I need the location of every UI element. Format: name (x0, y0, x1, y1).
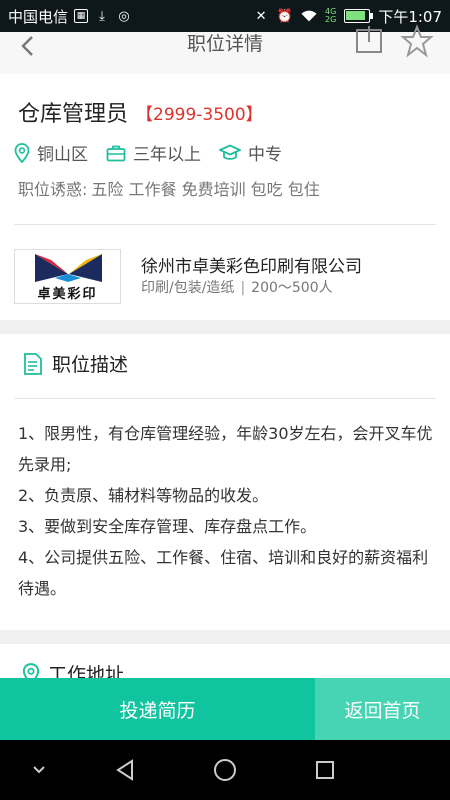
experience-item: 三年以上 (106, 140, 201, 165)
separator: | (240, 280, 246, 296)
share-icon (356, 26, 382, 53)
company-logo[interactable]: 卓美彩印 (14, 249, 121, 304)
nav-back-button[interactable] (110, 755, 140, 785)
system-nav-bar (0, 740, 450, 800)
company-size: 200～500人 (251, 280, 333, 296)
mute-icon: ✕ (255, 8, 267, 24)
company-name[interactable]: 徐州市卓美彩色印刷有限公司 (141, 252, 362, 277)
hide-keyboard-button[interactable] (24, 755, 54, 785)
description-item: 4、公司提供五险、工作餐、住宿、培训和良好的薪资福利待遇。 (18, 548, 429, 598)
nav-recents-button[interactable] (310, 755, 340, 785)
location-pin-icon (14, 142, 30, 163)
description-item: 2、负责原、辅材料等物品的收发。 (18, 486, 269, 505)
back-home-button[interactable]: 返回首页 (315, 678, 450, 740)
target-icon: ◎ (118, 8, 130, 24)
triangle-back-icon (116, 759, 133, 781)
graduation-cap-icon (219, 144, 241, 160)
circle-home-icon (214, 759, 236, 781)
company-meta: 印刷/包装/造纸 | 200～500人 (141, 277, 333, 297)
location-item: 铜山区 (14, 140, 88, 165)
description-item: 1、限男性，有仓库管理经验，年龄30岁左右，会开叉车优先录用; (18, 424, 433, 474)
network-indicator: 4G 2G (325, 7, 337, 24)
company-logo-text: 卓美彩印 (37, 287, 98, 302)
apply-resume-button[interactable]: 投递简历 (0, 678, 315, 740)
favorite-button[interactable] (400, 24, 434, 58)
alarm-icon: ⏰ (276, 8, 294, 24)
location-text: 铜山区 (37, 145, 88, 165)
description-header: 职位描述 (22, 350, 128, 377)
job-meta: 铜山区 三年以上 中专 (14, 140, 300, 165)
education-text: 中专 (248, 145, 282, 165)
job-title: 仓库管理员 (18, 102, 129, 127)
star-icon (400, 24, 434, 58)
nav-home-button[interactable] (210, 755, 240, 785)
salary-range: 【2999-3500】 (136, 105, 263, 125)
divider (14, 398, 436, 399)
wifi-icon (301, 8, 317, 24)
briefcase-icon (106, 145, 126, 161)
experience-text: 三年以上 (133, 145, 201, 165)
battery-icon (344, 9, 374, 23)
job-perks: 职位诱惑: 五险 工作餐 免费培训 包吃 包住 (18, 176, 320, 200)
carrier-label: 中国电信 (8, 7, 69, 26)
job-description-card: 职位描述 1、限男性，有仓库管理经验，年龄30岁左右，会开叉车优先录用; 2、负… (0, 334, 450, 630)
image-notification-icon: ▦ (74, 9, 89, 23)
perks-label: 职位诱惑: (18, 180, 88, 199)
square-recents-icon (316, 761, 334, 779)
divider (14, 224, 436, 225)
action-bar: 投递简历 返回首页 (0, 678, 450, 740)
chevron-down-icon (33, 766, 45, 774)
download-icon: ⤓ (99, 8, 105, 24)
company-industry: 印刷/包装/造纸 (141, 280, 235, 296)
job-summary-card: 仓库管理员 【2999-3500】 铜山区 三年以上 中专 职位诱惑: 五险 工… (0, 74, 450, 320)
education-item: 中专 (219, 140, 282, 165)
description-item: 3、要做到安全库存管理、库存盘点工作。 (18, 517, 317, 536)
perks-value: 五险 工作餐 免费培训 包吃 包住 (91, 180, 320, 199)
share-button[interactable] (354, 24, 384, 54)
header: 职位详情 (0, 24, 450, 74)
description-heading: 职位描述 (52, 354, 129, 376)
document-icon (24, 352, 42, 375)
description-body: 1、限男性，有仓库管理经验，年龄30岁左右，会开叉车优先录用; 2、负责原、辅材… (18, 418, 436, 604)
